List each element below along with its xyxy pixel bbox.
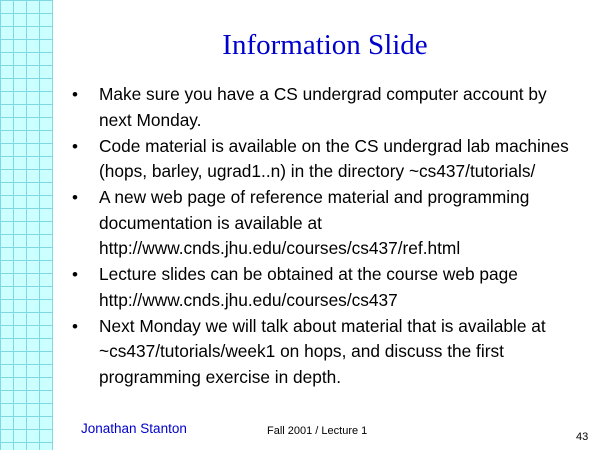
- bullet-icon: •: [72, 85, 78, 104]
- bullet-icon: •: [72, 265, 78, 284]
- bullet-item: • Next Monday we will talk about materia…: [72, 314, 572, 391]
- bullet-text: A new web page of reference material and…: [99, 187, 530, 258]
- bullet-text: Code material is available on the CS und…: [99, 135, 569, 182]
- bullet-icon: •: [72, 136, 78, 156]
- bullet-icon: •: [72, 188, 78, 207]
- bullet-item: • Make sure you have a CS undergrad comp…: [72, 82, 572, 133]
- decorative-grid-strip: [0, 0, 53, 450]
- bullet-text: Make sure you have a CS undergrad comput…: [99, 84, 547, 130]
- page-number: 43: [576, 431, 589, 443]
- bullet-text: Lecture slides can be obtained at the co…: [99, 264, 518, 310]
- bullet-text: Next Monday we will talk about material …: [99, 315, 546, 387]
- footer-author: Jonathan Stanton: [81, 421, 187, 436]
- footer-course-info: Fall 2001 / Lecture 1: [267, 425, 368, 437]
- slide-title: Information Slide: [222, 29, 428, 61]
- bullet-item: • Lecture slides can be obtained at the …: [72, 262, 572, 313]
- bullet-item: • Code material is available on the CS u…: [72, 134, 572, 185]
- bullet-list: • Make sure you have a CS undergrad comp…: [72, 82, 572, 391]
- bullet-icon: •: [72, 316, 78, 336]
- bullet-item: • A new web page of reference material a…: [72, 185, 572, 262]
